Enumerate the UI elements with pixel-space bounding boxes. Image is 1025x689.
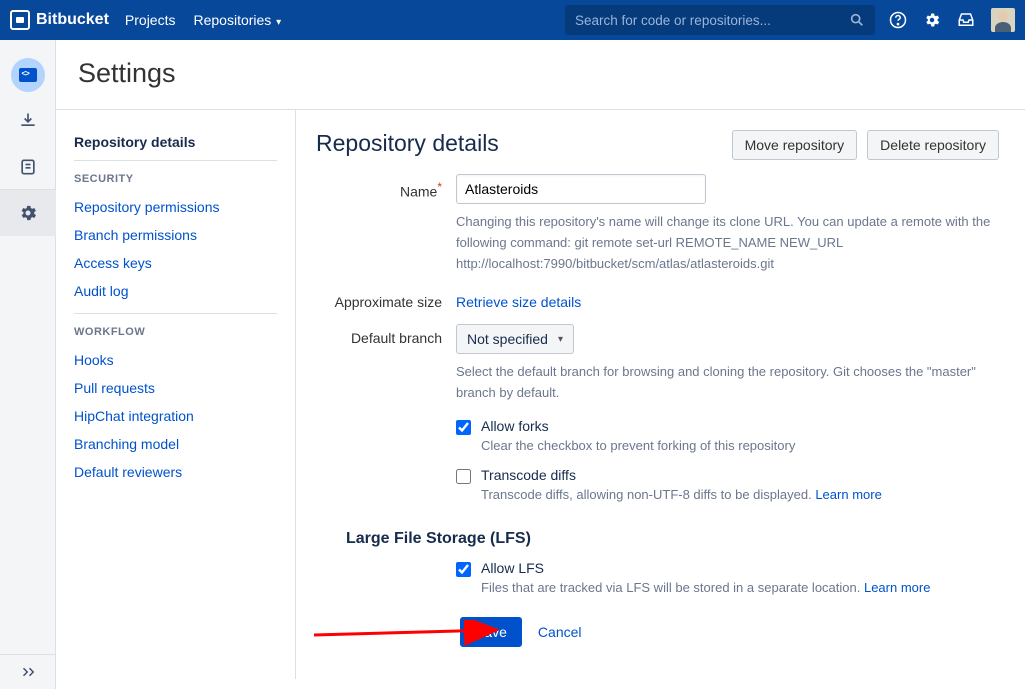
cancel-button[interactable]: Cancel [534,618,586,646]
nav-hipchat[interactable]: HipChat integration [74,402,277,430]
rail-collapse[interactable] [0,654,55,689]
branch-label: Default branch [316,324,456,346]
transcode-learn-more-link[interactable]: Learn more [815,487,881,502]
brand-logo[interactable]: Bitbucket [10,10,109,30]
top-nav: Projects Repositories [125,12,281,28]
help-icon[interactable] [889,11,907,29]
repo-icon [11,58,45,92]
nav-access-keys[interactable]: Access keys [74,249,277,277]
nav-audit-log[interactable]: Audit log [74,277,277,305]
bitbucket-logo-icon [10,10,30,30]
brand-name: Bitbucket [36,11,109,29]
nav-repo-permissions[interactable]: Repository permissions [74,193,277,221]
user-avatar[interactable] [991,8,1015,32]
branch-help: Select the default branch for browsing a… [456,362,996,404]
rail-clone[interactable] [0,98,56,144]
transcode-help: Transcode diffs, allowing non-UTF-8 diff… [481,487,882,502]
search-icon [849,12,865,28]
rail-repo-badge[interactable] [0,52,56,98]
nav-projects[interactable]: Projects [125,12,176,28]
inbox-icon[interactable] [957,11,975,29]
page-title: Settings [56,40,1025,110]
nav-pull-requests[interactable]: Pull requests [74,374,277,402]
rail-settings[interactable] [0,190,56,236]
name-label: Name* [316,174,456,200]
form-title: Repository details [316,130,499,157]
nav-default-reviewers[interactable]: Default reviewers [74,458,277,486]
global-search[interactable] [565,5,875,35]
retrieve-size-link[interactable]: Retrieve size details [456,294,581,310]
nav-group-security: SECURITY [74,173,277,185]
default-branch-select[interactable]: Not specified [456,324,574,354]
nav-branching-model[interactable]: Branching model [74,430,277,458]
allow-forks-checkbox[interactable] [456,420,471,435]
nav-branch-permissions[interactable]: Branch permissions [74,221,277,249]
main-area: Settings Repository details SECURITY Rep… [56,40,1025,689]
delete-repository-button[interactable]: Delete repository [867,130,999,160]
allow-lfs-label: Allow LFS [481,560,930,576]
size-label: Approximate size [316,288,456,310]
allow-forks-help: Clear the checkbox to prevent forking of… [481,438,795,453]
gear-icon[interactable] [923,11,941,29]
move-repository-button[interactable]: Move repository [732,130,858,160]
lfs-help: Files that are tracked via LFS will be s… [481,580,930,595]
allow-forks-label: Allow forks [481,418,795,434]
name-help: Changing this repository's name will cha… [456,212,996,274]
allow-lfs-checkbox[interactable] [456,562,471,577]
nav-hooks[interactable]: Hooks [74,346,277,374]
lfs-learn-more-link[interactable]: Learn more [864,580,930,595]
nav-repositories[interactable]: Repositories [193,12,281,28]
header-icons [889,8,1015,32]
save-button[interactable]: Save [460,617,522,647]
settings-nav: Repository details SECURITY Repository p… [56,110,296,679]
top-header: Bitbucket Projects Repositories [0,0,1025,40]
transcode-diffs-checkbox[interactable] [456,469,471,484]
form-area: Repository details Move repository Delet… [296,110,1025,679]
transcode-label: Transcode diffs [481,467,882,483]
rail-source[interactable] [0,144,56,190]
sidebar-rail [0,40,56,689]
repository-name-input[interactable] [456,174,706,204]
nav-group-workflow: WORKFLOW [74,326,277,338]
search-input[interactable] [575,13,849,28]
settings-nav-header: Repository details [74,134,277,161]
lfs-section-title: Large File Storage (LFS) [346,530,999,548]
